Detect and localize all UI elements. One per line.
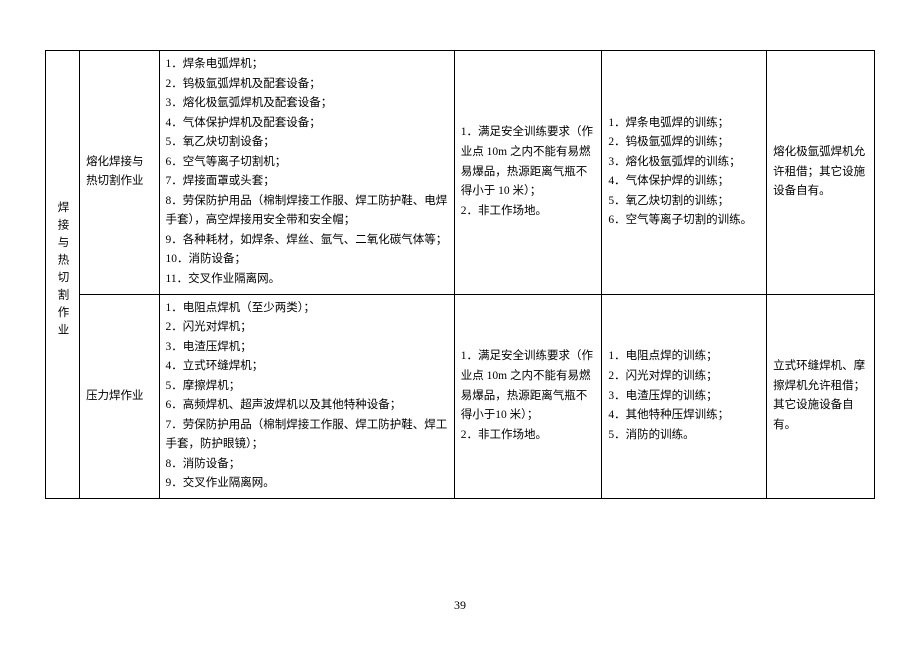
notes-cell: 熔化极氩弧焊机允许租借；其它设施设备自有。 (767, 51, 875, 295)
table-row: 压力焊作业 1．电阻点焊机（至少两类）； 2．闪光对焊机； 3．电渣压焊机； 4… (46, 294, 875, 498)
safety-cell: 1．满足安全训练要求（作业点 10m 之内不能有易燃易爆品，热源距离气瓶不得小于… (454, 294, 602, 498)
table-row: 焊接与热切割作业 熔化焊接与热切割作业 1．焊条电弧焊机； 2．钨极氩弧焊机及配… (46, 51, 875, 295)
page-number: 39 (0, 598, 920, 613)
equipment-cell: 1．焊条电弧焊机； 2．钨极氩弧焊机及配套设备； 3．熔化极氩弧焊机及配套设备；… (159, 51, 454, 295)
training-cell: 1．焊条电弧焊的训练； 2．钨极氩弧焊的训练； 3．熔化极氩弧焊的训练； 4．气… (602, 51, 767, 295)
category-cell: 焊接与热切割作业 (46, 51, 80, 499)
notes-cell: 立式环缝焊机、摩擦焊机允许租借；其它设施设备自有。 (767, 294, 875, 498)
document-page: 焊接与热切割作业 熔化焊接与热切割作业 1．焊条电弧焊机； 2．钨极氩弧焊机及配… (0, 0, 920, 499)
requirements-table: 焊接与热切割作业 熔化焊接与热切割作业 1．焊条电弧焊机； 2．钨极氩弧焊机及配… (45, 50, 875, 499)
subcategory-cell: 熔化焊接与热切割作业 (80, 51, 159, 295)
training-cell: 1．电阻点焊的训练； 2．闪光对焊的训练； 3．电渣压焊的训练； 4．其他特种压… (602, 294, 767, 498)
equipment-cell: 1．电阻点焊机（至少两类）； 2．闪光对焊机； 3．电渣压焊机； 4．立式环缝焊… (159, 294, 454, 498)
subcategory-cell: 压力焊作业 (80, 294, 159, 498)
category-label: 焊接与热切割作业 (52, 201, 72, 341)
safety-cell: 1．满足安全训练要求（作业点 10m 之内不能有易燃易爆品，热源距离气瓶不得小于… (454, 51, 602, 295)
